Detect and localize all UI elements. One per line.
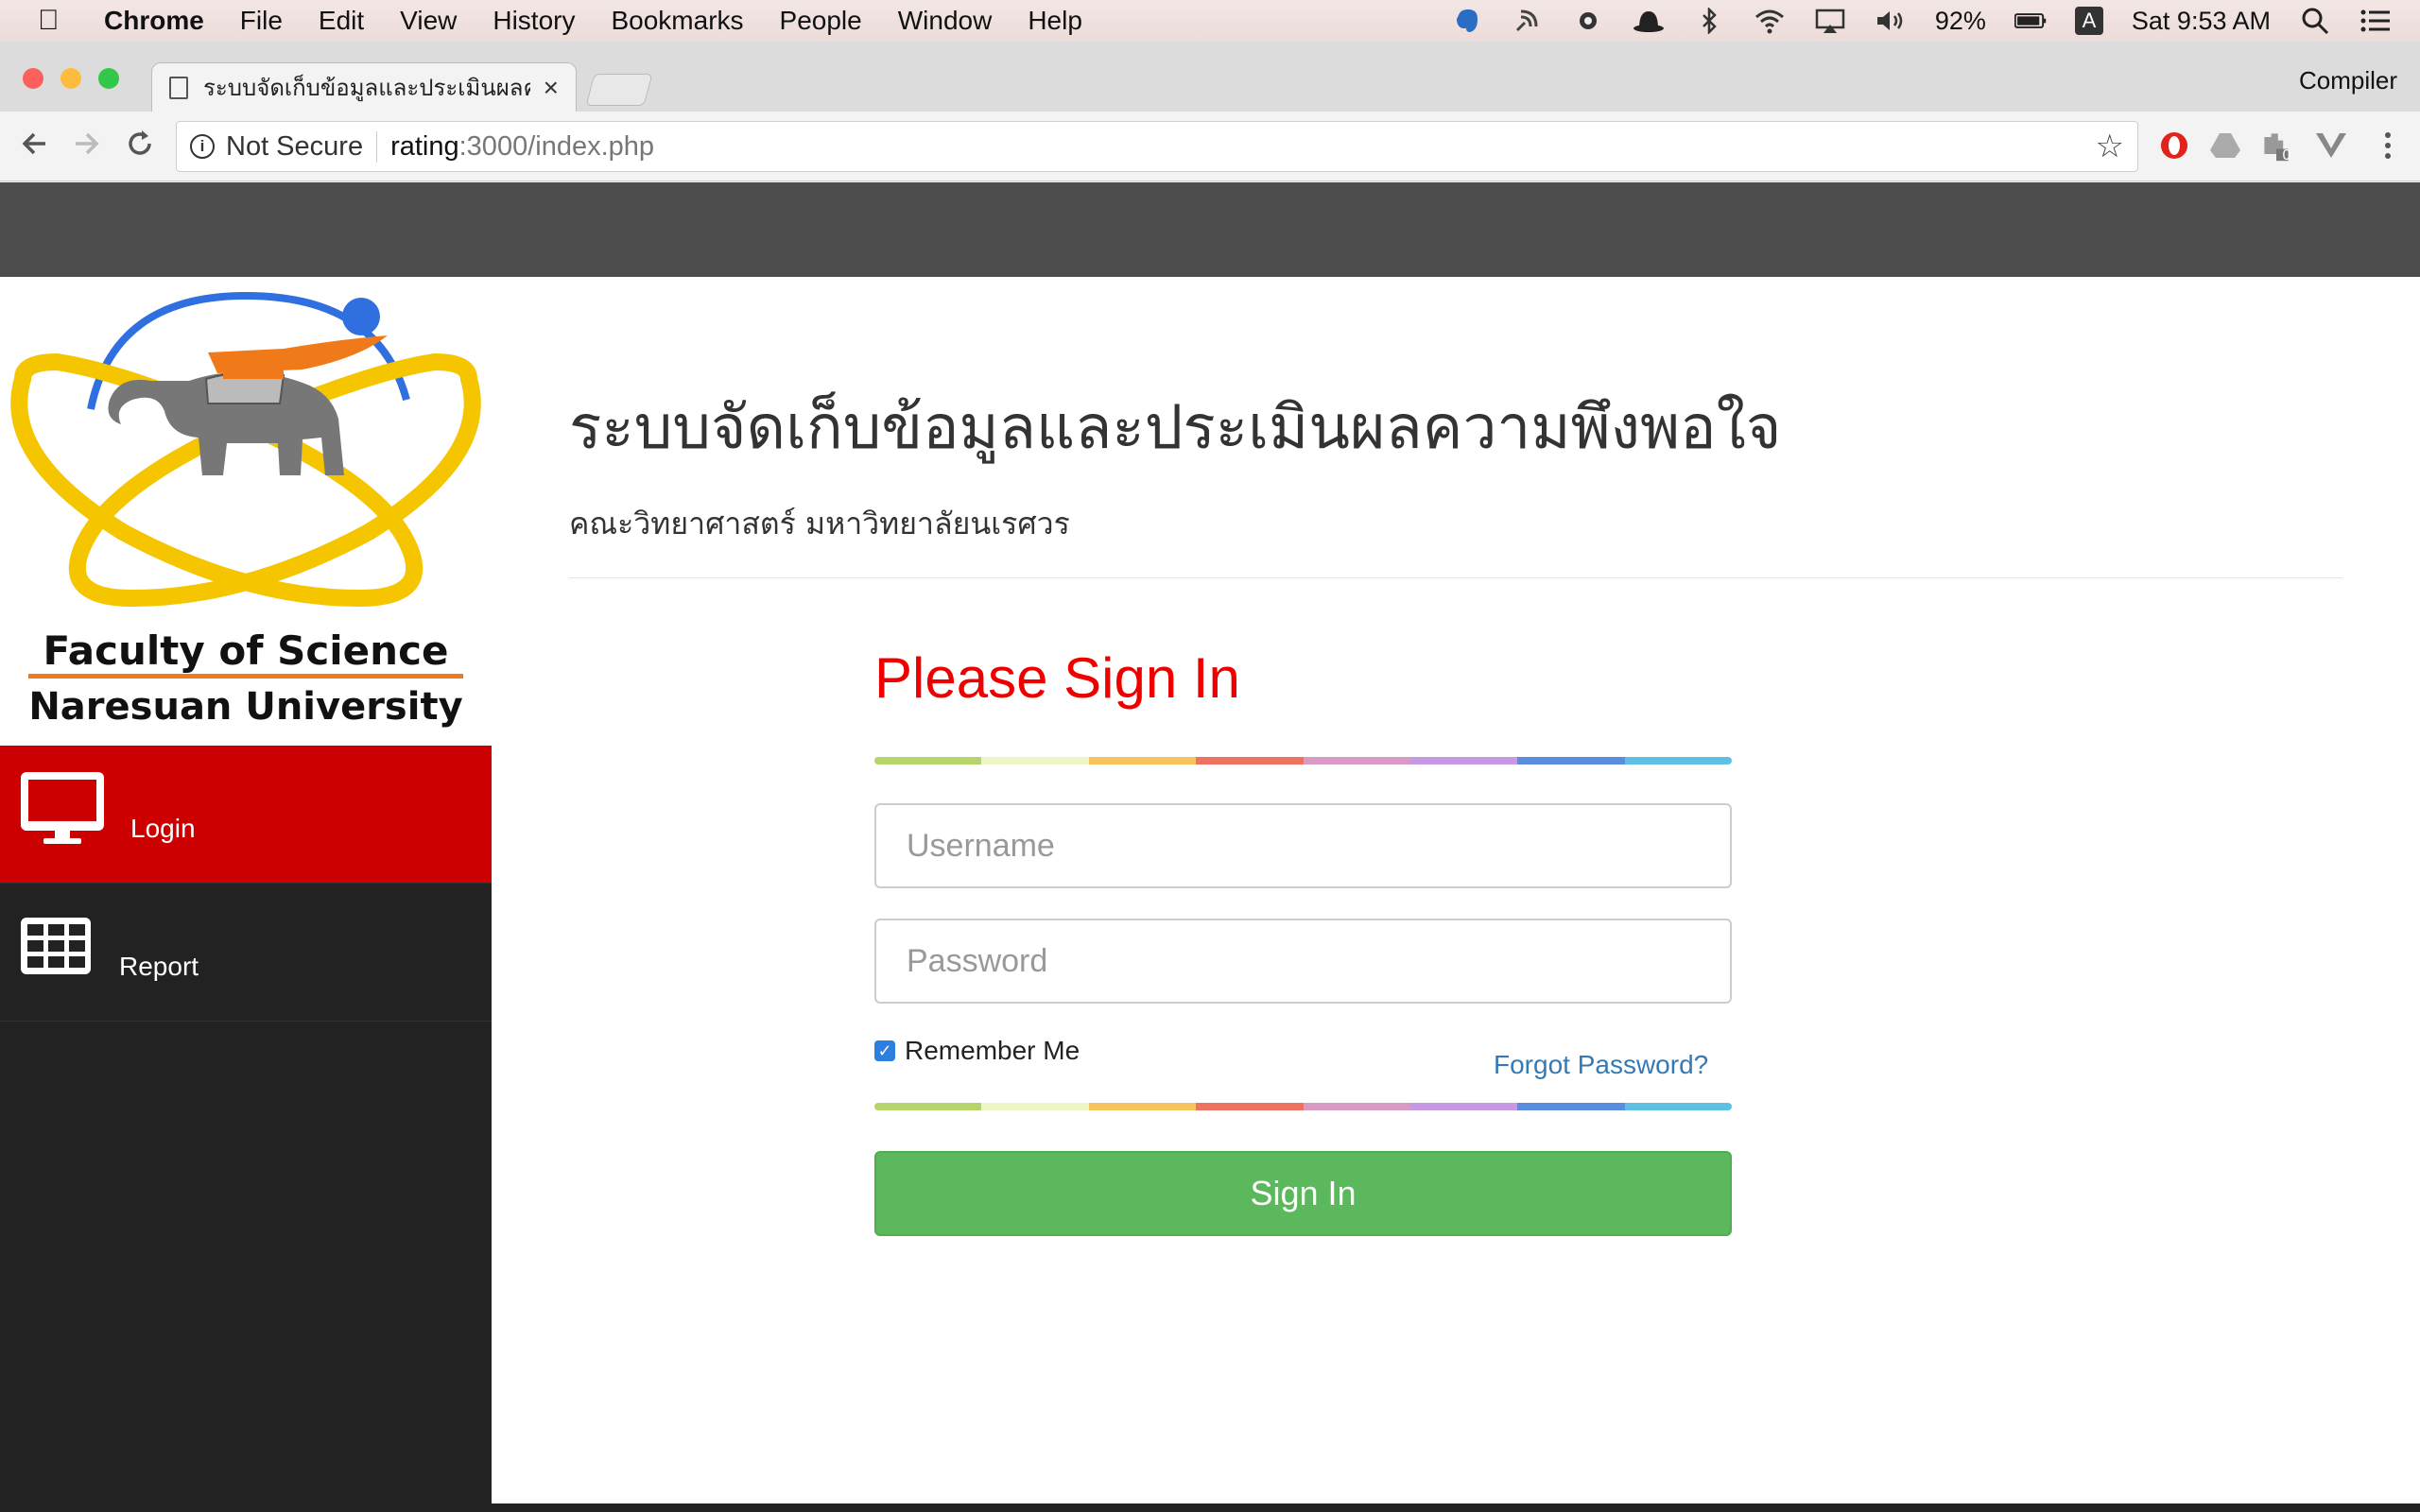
gear-app-icon[interactable] (1572, 7, 1604, 35)
sidebar-item-label-report: Report (119, 952, 199, 981)
url-host: rating (390, 130, 459, 162)
rainbow-segment (981, 1103, 1089, 1110)
window-close-button[interactable] (23, 68, 43, 89)
rainbow-segment (1303, 757, 1410, 765)
tab-close-icon[interactable]: × (544, 73, 559, 103)
reload-icon[interactable] (123, 127, 157, 168)
rainbow-segment (1088, 1103, 1197, 1110)
rainbow-segment (981, 757, 1089, 765)
menu-view[interactable]: View (400, 6, 457, 36)
menu-window[interactable]: Window (898, 6, 993, 36)
url-path: :3000/index.php (458, 130, 655, 162)
apple-icon[interactable]:  (38, 5, 76, 37)
remember-me[interactable]: ✓ Remember Me (874, 1036, 1080, 1066)
battery-percent: 92% (1934, 6, 1986, 35)
google-drive-icon[interactable] (2208, 129, 2242, 163)
rainbow-segment (1196, 1103, 1304, 1110)
info-icon[interactable]: i (190, 134, 215, 159)
rainbow-segment (1624, 757, 1732, 765)
extension-badge: 0 (2282, 147, 2291, 163)
security-label[interactable]: Not Secure (226, 130, 378, 163)
rainbow-segment (874, 1103, 982, 1110)
page-bottom-strip (0, 1503, 2420, 1512)
evernote-icon[interactable] (1451, 7, 1483, 35)
menu-edit[interactable]: Edit (319, 6, 364, 36)
macos-menubar:  Chrome File Edit View History Bookmark… (0, 0, 2420, 42)
password-input[interactable] (874, 919, 1732, 1004)
menu-app-name[interactable]: Chrome (104, 6, 204, 36)
menu-history[interactable]: History (493, 6, 575, 36)
menu-help[interactable]: Help (1028, 6, 1082, 36)
opera-extension-icon[interactable] (2157, 129, 2191, 163)
username-input[interactable] (874, 803, 1732, 888)
browser-toolbar: i Not Secure rating :3000/index.php ☆ 0 (0, 112, 2420, 181)
remember-label[interactable]: Remember Me (905, 1036, 1080, 1066)
rainbow-segment (1409, 757, 1518, 765)
main-content: ระบบจัดเก็บข้อมูลและประเมินผลความพึงพอใจ… (492, 277, 2420, 1505)
vue-devtools-icon[interactable] (2314, 129, 2348, 163)
window-minimize-button[interactable] (60, 68, 81, 89)
page-title: ระบบจัดเก็บข้อมูลและประเมินผลความพึงพอใจ (569, 393, 1782, 463)
tab-title: ระบบจัดเก็บข้อมูลและประเมินผลควา (203, 76, 530, 101)
forward-arrow-icon[interactable] (70, 127, 104, 168)
bookmark-star-icon[interactable]: ☆ (2096, 128, 2124, 165)
sign-in-button[interactable]: Sign In (874, 1151, 1732, 1236)
sidebar-item-report[interactable]: Report (0, 884, 492, 1022)
browser-tab-active[interactable]: ระบบจัดเก็บข้อมูลและประเมินผลควา × (151, 62, 577, 112)
volume-icon[interactable] (1875, 7, 1907, 35)
page-subtitle: คณะวิทยาศาสตร์ มหาวิทยาลัยนเรศวร (569, 506, 1070, 541)
notification-center-icon[interactable] (2360, 7, 2392, 35)
menu-file[interactable]: File (240, 6, 283, 36)
grid-icon (19, 916, 93, 981)
rainbow-segment (1517, 757, 1625, 765)
logo-line1: Faculty of Science (43, 627, 449, 674)
remember-checkbox[interactable]: ✓ (874, 1040, 895, 1061)
rainbow-divider-top (874, 757, 1732, 765)
battery-icon[interactable] (2014, 7, 2047, 35)
address-bar[interactable]: i Not Secure rating :3000/index.php ☆ (176, 121, 2138, 172)
page-top-bar (0, 182, 2420, 277)
rainbow-segment (1624, 1103, 1732, 1110)
input-source-icon[interactable]: A (2074, 7, 2103, 35)
document-icon (169, 76, 188, 99)
rainbow-segment (1303, 1103, 1410, 1110)
back-arrow-icon[interactable] (17, 127, 51, 168)
signin-title: Please Sign In (874, 646, 1240, 710)
sidebar-item-label-login: Login (130, 814, 196, 843)
bluetooth-icon[interactable] (1693, 7, 1725, 35)
monitor-icon (19, 770, 106, 850)
menu-bookmarks[interactable]: Bookmarks (611, 6, 743, 36)
airplay-icon[interactable] (1814, 7, 1846, 35)
chrome-menu-icon[interactable] (2371, 129, 2405, 163)
logo-line2: Naresuan University (28, 685, 462, 729)
web-page: Faculty of Science Naresuan University L… (0, 182, 2420, 1512)
rainbow-divider-bottom (874, 1103, 1732, 1110)
menubar-clock[interactable]: Sat 9:53 AM (2132, 7, 2271, 36)
window-zoom-button[interactable] (98, 68, 119, 89)
rainbow-segment (874, 757, 982, 765)
new-tab-button[interactable] (585, 74, 653, 106)
sidebar: Faculty of Science Naresuan University L… (0, 277, 492, 1505)
divider (569, 577, 2342, 578)
browser-tab-strip: ระบบจัดเก็บข้อมูลและประเมินผลควา × Compi… (0, 42, 2420, 112)
rainbow-segment (1517, 1103, 1625, 1110)
rainbow-segment (1088, 757, 1197, 765)
forgot-password-link[interactable]: Forgot Password? (1494, 1050, 1708, 1080)
wifi-icon[interactable] (1754, 7, 1786, 35)
rainbow-segment (1409, 1103, 1518, 1110)
satellite-icon[interactable] (1512, 7, 1544, 35)
menu-people[interactable]: People (780, 6, 862, 36)
bowler-hat-icon[interactable] (1633, 7, 1665, 35)
profile-name[interactable]: Compiler (2299, 66, 2397, 95)
spotlight-search-icon[interactable] (2299, 7, 2331, 35)
sidebar-item-login[interactable]: Login (0, 746, 492, 884)
rainbow-segment (1196, 757, 1304, 765)
faculty-logo[interactable]: Faculty of Science Naresuan University (0, 277, 492, 746)
